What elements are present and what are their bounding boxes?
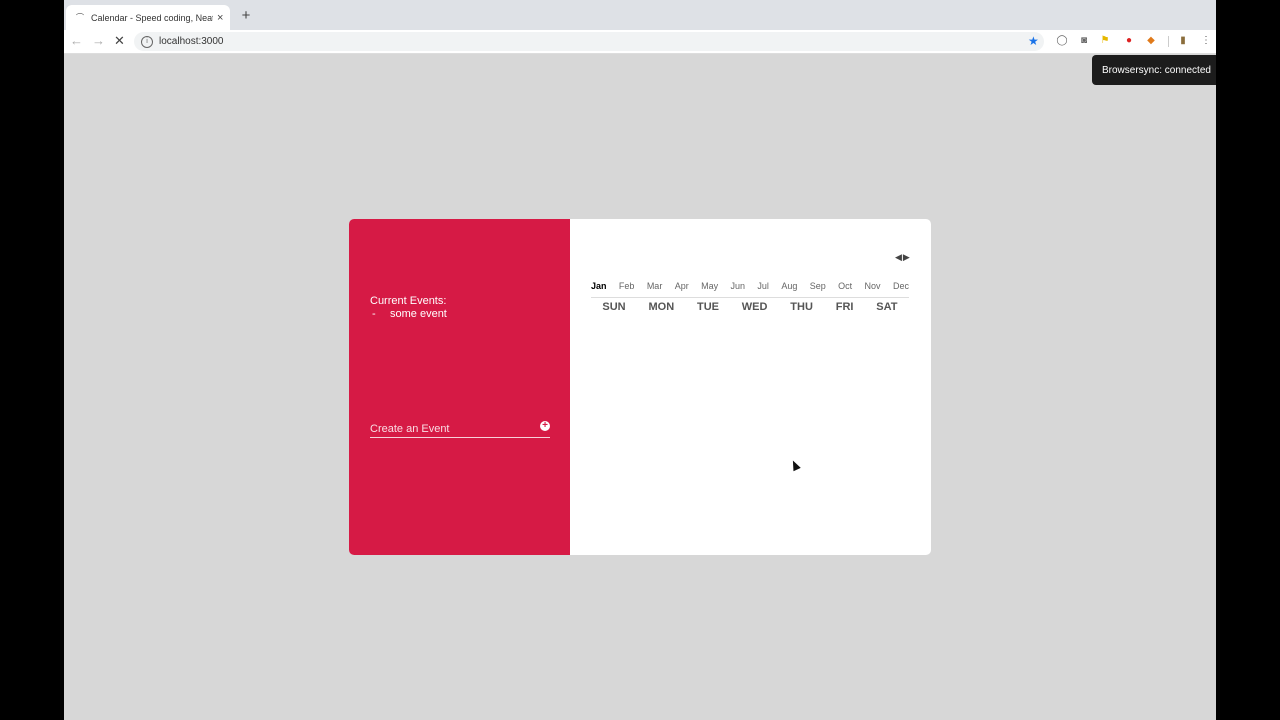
weekday-header: SUN MON TUE WED THU FRI SAT	[591, 301, 909, 313]
month-may[interactable]: May	[701, 281, 718, 297]
tab-title: Calendar - Speed coding, Neat	[91, 12, 213, 23]
tab-close-icon[interactable]: ×	[217, 12, 223, 24]
month-nov[interactable]: Nov	[865, 281, 881, 297]
prev-arrow-icon[interactable]: ◀	[895, 252, 902, 263]
forward-icon[interactable]: →	[92, 33, 105, 49]
month-oct[interactable]: Oct	[838, 281, 852, 297]
event-title: some event	[390, 308, 447, 320]
month-selector: Jan Feb Mar Apr May Jun Jul Aug Sep Oct …	[591, 281, 909, 298]
screenshot-icon[interactable]: ◙	[1078, 35, 1090, 47]
month-feb[interactable]: Feb	[619, 281, 635, 297]
back-icon[interactable]: ←	[70, 33, 83, 49]
month-sep[interactable]: Sep	[810, 281, 826, 297]
event-list-item: - some event	[372, 308, 447, 320]
weekday-mon: MON	[648, 301, 675, 313]
stop-loading-icon[interactable]: ✕	[114, 33, 125, 49]
toolbar-separator	[1168, 36, 1169, 47]
create-event-field: +	[370, 419, 550, 438]
current-events-heading: Current Events:	[370, 295, 447, 307]
browser-toolbar: ← → ✕ i localhost:3000 ★ ◯ ◙ ⚑ ● ◆ ▮ ⋮	[64, 30, 1216, 54]
month-dec[interactable]: Dec	[893, 281, 909, 297]
month-jun[interactable]: Jun	[731, 281, 746, 297]
new-tab-button[interactable]: +	[238, 8, 254, 24]
tab-strip: ⌒ Calendar - Speed coding, Neat × +	[64, 0, 1216, 30]
calendar-card: Current Events: - some event + ◀ ▶ Jan F…	[349, 219, 931, 555]
next-arrow-icon[interactable]: ▶	[903, 252, 910, 263]
url-text: localhost:3000	[159, 36, 224, 47]
weekday-fri: FRI	[835, 301, 854, 313]
extension-icon-5[interactable]: ◆	[1145, 35, 1157, 47]
events-panel: Current Events: - some event +	[349, 219, 570, 555]
add-event-icon[interactable]: +	[540, 421, 550, 431]
month-mar[interactable]: Mar	[647, 281, 663, 297]
extension-icon-4[interactable]: ●	[1123, 35, 1135, 47]
month-aug[interactable]: Aug	[781, 281, 797, 297]
weekday-sun: SUN	[602, 301, 626, 313]
calendar-panel: ◀ ▶ Jan Feb Mar Apr May Jun Jul Aug Sep …	[570, 219, 931, 555]
site-info-icon[interactable]: i	[141, 35, 153, 48]
menu-icon[interactable]: ⋮	[1200, 35, 1212, 47]
month-nav: ◀ ▶	[895, 252, 910, 263]
month-jan[interactable]: Jan	[591, 281, 607, 297]
browser-viewport: ⌒ Calendar - Speed coding, Neat × + ← → …	[64, 0, 1216, 720]
event-bullet: -	[372, 308, 376, 320]
browsersync-notification: Browsersync: connected	[1092, 55, 1216, 85]
month-apr[interactable]: Apr	[675, 281, 689, 297]
month-jul[interactable]: Jul	[757, 281, 769, 297]
weekday-tue: TUE	[696, 301, 719, 313]
create-event-input[interactable]	[370, 423, 530, 435]
loading-icon: ⌒	[76, 13, 84, 22]
profile-avatar[interactable]: ▮	[1177, 35, 1189, 47]
weekday-thu: THU	[790, 301, 813, 313]
weekday-wed: WED	[741, 301, 768, 313]
extension-icon-3[interactable]: ⚑	[1099, 35, 1111, 47]
browser-tab[interactable]: ⌒ Calendar - Speed coding, Neat ×	[66, 5, 230, 30]
address-bar[interactable]: i localhost:3000	[134, 32, 1044, 51]
extension-icon-1[interactable]: ◯	[1056, 35, 1068, 47]
weekday-sat: SAT	[876, 301, 898, 313]
bookmark-star-icon[interactable]: ★	[1028, 34, 1039, 48]
